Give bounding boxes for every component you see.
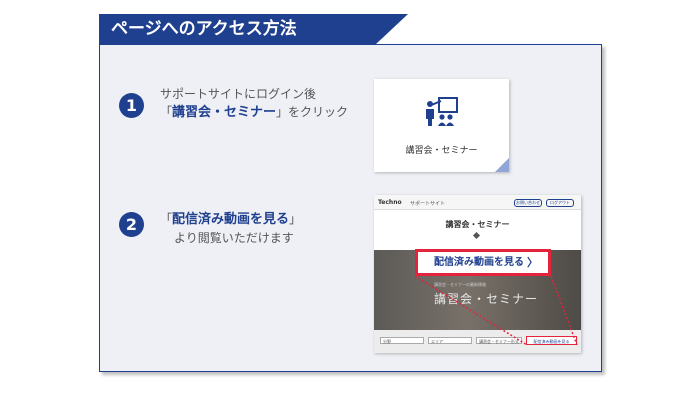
watch-videos-callout-button[interactable]: 配信済み動画を見る 〉 (415, 249, 551, 276)
callout-guide-lines (414, 275, 578, 346)
chevron-right-icon: 〉 (527, 256, 538, 269)
watch-videos-callout-label: 配信済み動画を見る (434, 257, 524, 268)
